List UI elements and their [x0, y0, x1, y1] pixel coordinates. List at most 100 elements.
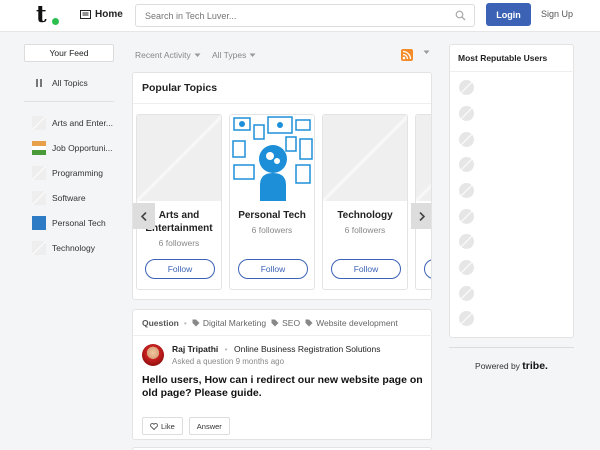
powered-by-label: Powered by [475, 361, 520, 371]
question-title[interactable]: Hello users, How can i redirect our new … [142, 374, 427, 400]
home-link[interactable]: Home [80, 9, 123, 20]
chevron-down-icon [423, 50, 430, 54]
meta-dot: • [183, 318, 187, 328]
topic-thumbnail [32, 240, 46, 255]
carousel-next-button[interactable] [411, 203, 431, 229]
sidebar-item-job-opportunities[interactable]: Job Opportuni... [24, 135, 114, 160]
recent-activity-label: Recent Activity [135, 50, 191, 60]
post-type-label: Question [142, 318, 179, 328]
user-avatar-placeholder [459, 260, 474, 275]
user-avatar-placeholder [459, 183, 474, 198]
sidebar-item-arts[interactable]: Arts and Enter... [24, 110, 114, 135]
post-actions: Like Answer [142, 417, 230, 435]
tag-digital-marketing[interactable]: Digital Marketing [192, 318, 266, 328]
question-post-card: Question • Digital Marketing SEO Website… [132, 309, 433, 440]
tag-label: Digital Marketing [202, 318, 267, 328]
sidebar-item-label: Technology [52, 242, 96, 253]
logo-dot [52, 18, 59, 25]
login-button[interactable]: Login [486, 3, 531, 26]
topic-card-personal-tech[interactable]: Personal Tech 6 followers Follow [229, 114, 315, 290]
post-meta: Question • Digital Marketing SEO Website… [142, 318, 398, 328]
sidebar-item-personal-tech[interactable]: Personal Tech [24, 210, 114, 235]
sidebar-item-software[interactable]: Software [24, 185, 114, 210]
topic-followers: 6 followers [344, 225, 386, 235]
divider [133, 103, 431, 104]
sidebar-item-label: Personal Tech [52, 217, 106, 228]
most-reputable-users-card: Most Reputable Users [449, 44, 575, 338]
user-avatar-placeholder [459, 157, 474, 172]
signup-link[interactable]: Sign Up [541, 9, 573, 19]
author-avatar[interactable] [142, 344, 164, 366]
chevron-down-icon [194, 53, 201, 57]
popular-topics-title: Popular Topics [142, 82, 218, 94]
popular-topics-card: Popular Topics Arts and Entertainment 6 … [132, 72, 432, 300]
topic-thumbnail [32, 215, 46, 230]
tag-label: SEO [282, 318, 301, 328]
divider [449, 347, 574, 348]
topic-card-partial[interactable] [415, 114, 431, 290]
tag-label: Website development [316, 318, 398, 328]
follow-button[interactable]: Follow [145, 259, 215, 279]
like-button[interactable]: Like [142, 417, 183, 435]
your-feed-button[interactable]: Your Feed [24, 44, 114, 62]
user-avatar-placeholder [459, 286, 474, 301]
powered-by-tribe[interactable]: Powered by tribe. [449, 360, 574, 372]
topic-image [416, 115, 431, 201]
top-navigation-bar: t Home Login Sign Up [0, 0, 600, 32]
author-organization: Online Business Registration Solutions [234, 344, 381, 354]
search-box[interactable] [135, 4, 475, 27]
follow-button[interactable]: Follow [331, 259, 401, 279]
follow-button[interactable] [424, 259, 431, 279]
sidebar-item-label: Programming [52, 167, 104, 178]
sidebar-divider [24, 101, 114, 102]
topic-name: Technology [337, 210, 393, 221]
topic-followers: 6 followers [158, 238, 200, 248]
user-avatar-placeholder [459, 234, 474, 249]
site-logo[interactable]: t [36, 3, 47, 27]
tag-icon [305, 319, 313, 327]
sidebar-item-label: Arts and Enter... [52, 117, 113, 128]
sidebar-item-label: All Topics [52, 77, 88, 88]
asked-timestamp: Asked a question 9 months ago [172, 357, 285, 366]
sidebar-item-label: Software [52, 192, 86, 203]
home-feed-icon [80, 10, 91, 19]
follow-button[interactable]: Follow [238, 259, 308, 279]
topic-image [323, 115, 407, 201]
carousel-prev-button[interactable] [133, 203, 155, 229]
search-icon[interactable] [455, 10, 466, 21]
tribe-brand: tribe. [522, 360, 548, 372]
user-avatar-placeholder [459, 106, 474, 121]
topic-thumbnail [32, 140, 46, 155]
search-input[interactable] [136, 5, 436, 26]
sidebar-item-programming[interactable]: Programming [24, 160, 114, 185]
topic-card-technology[interactable]: Technology 6 followers Follow [322, 114, 408, 290]
tag-icon [192, 319, 200, 327]
topic-followers: 6 followers [251, 225, 293, 235]
topic-card-arts[interactable]: Arts and Entertainment 6 followers Follo… [136, 114, 222, 290]
sidebar-item-technology[interactable]: Technology [24, 235, 114, 260]
tag-website-development[interactable]: Website development [305, 318, 398, 328]
rss-feed-icon[interactable] [401, 49, 413, 61]
reputable-users-title: Most Reputable Users [458, 53, 548, 63]
rss-options-dropdown[interactable] [423, 50, 430, 55]
all-types-dropdown[interactable]: All Types [212, 50, 256, 60]
user-avatar-placeholder [459, 311, 474, 326]
author-name[interactable]: Raj Tripathi [172, 344, 218, 354]
feed-filters: Recent Activity All Types [135, 50, 431, 62]
topic-image [137, 115, 221, 201]
chevron-left-icon [141, 211, 147, 221]
user-avatar-placeholder [459, 132, 474, 147]
all-types-label: All Types [212, 50, 247, 60]
user-avatar-placeholder [459, 80, 474, 95]
tag-icon [271, 319, 279, 327]
topic-name: Personal Tech [238, 210, 306, 221]
sidebar-item-all-topics[interactable]: All Topics [24, 70, 114, 95]
tag-seo[interactable]: SEO [271, 318, 300, 328]
left-sidebar: Your Feed All Topics Arts and Enter... J… [24, 44, 114, 260]
meta-dot: • [224, 344, 228, 354]
sidebar-item-label: Job Opportuni... [52, 142, 113, 153]
user-avatar-placeholder [459, 209, 474, 224]
topics-list-icon [32, 76, 46, 90]
recent-activity-dropdown[interactable]: Recent Activity [135, 50, 201, 60]
answer-button[interactable]: Answer [188, 417, 230, 435]
